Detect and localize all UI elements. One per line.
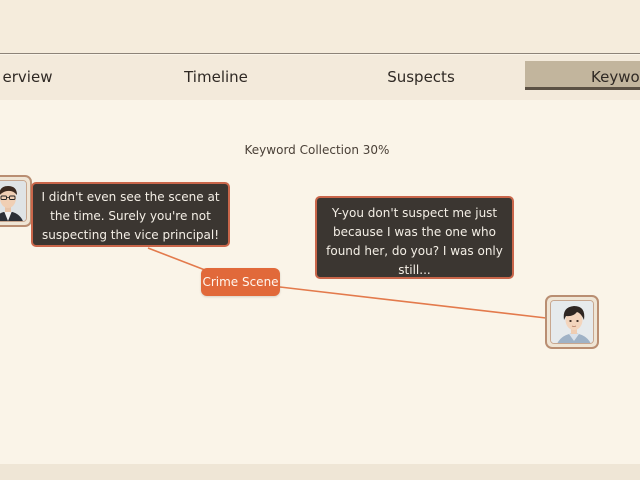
footer-bar <box>0 464 640 480</box>
connector-right <box>279 286 547 319</box>
vice-principal-portrait-icon <box>0 181 26 221</box>
student-portrait-icon <box>551 301 593 343</box>
testimony-bubble-vice-principal: I didn't even see the scene at the time.… <box>31 182 230 247</box>
keyword-crime-scene[interactable]: Crime Scene <box>201 268 280 296</box>
suspect-avatar-vice-principal[interactable] <box>0 175 32 227</box>
testimony-bubble-student: Y-you don't suspect me just because I wa… <box>315 196 514 279</box>
keyword-progress-label: Keyword Collection 30% <box>244 143 390 157</box>
suspect-avatar-student[interactable] <box>545 295 599 349</box>
connector-left <box>147 247 206 271</box>
